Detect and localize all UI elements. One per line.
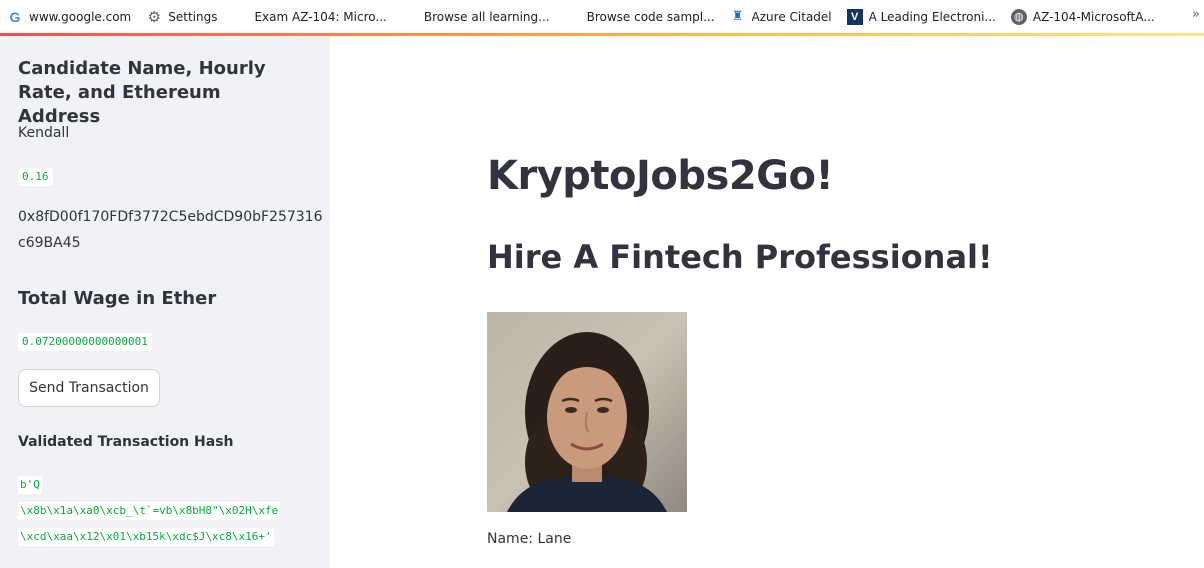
send-transaction-button[interactable]: Send Transaction (18, 369, 160, 407)
bookmark-label: Exam AZ-104: Micro... (254, 9, 387, 24)
hash-line-2: \x8b\x1a\xa0\xcb_\t`=vb\x8bH8"\x02H\xfe (18, 502, 281, 520)
globe-icon: ◍ (1010, 8, 1027, 25)
bookmark-label: www.google.com (29, 9, 132, 24)
microsoft-icon (232, 9, 248, 25)
azure-icon: ♜ (731, 8, 744, 24)
microsoft-icon (565, 9, 581, 25)
page-subtitle: Hire A Fintech Professional! (487, 238, 993, 276)
bookmark-label: A Leading Electroni... (868, 9, 996, 24)
candidate-photo (487, 312, 687, 512)
page-title: KryptoJobs2Go! (487, 153, 834, 199)
hourly-rate-value: 0.16 (18, 168, 53, 186)
candidate-name-label: Name: Lane (487, 531, 572, 547)
eth-address-line1: 0x8fD00f170FDf3772C5ebdCD90bF257316 (18, 209, 323, 225)
bookmark-browse-code[interactable]: Browse code sampl... (558, 5, 723, 29)
bookmark-label: Browse code sampl... (586, 9, 715, 24)
google-icon: G (9, 8, 21, 25)
eth-address-line2: c69BA45 (18, 235, 81, 251)
candidate-portrait (487, 312, 687, 512)
bookmark-label: Azure Citadel (751, 9, 832, 24)
bookmark-label: Settings (168, 9, 218, 24)
bookmark-exam-az104[interactable]: Exam AZ-104: Micro... (225, 5, 394, 29)
hash-line-3: \xcd\xaa\x12\x01\xb15k\xdc$J\xc8\x16+' (18, 528, 274, 546)
more-bookmarks-icon[interactable]: » (1192, 7, 1200, 22)
bookmark-google[interactable]: G www.google.com (0, 5, 139, 29)
candidate-heading: Candidate Name, Hourly Rate, and Ethereu… (18, 58, 266, 127)
bookmark-label: Browse all learning... (423, 9, 550, 24)
candidate-name: Kendall (18, 125, 70, 141)
wage-heading: Total Wage in Ether (18, 288, 217, 309)
hash-heading: Validated Transaction Hash (18, 434, 234, 450)
bookmark-azure-citadel[interactable]: ♜ Azure Citadel (723, 5, 840, 29)
v-logo-icon: V (846, 8, 863, 25)
bookmark-leading-electronics[interactable]: V A Leading Electroni... (840, 5, 1004, 29)
bookmark-az104-microsoft[interactable]: ◍ AZ-104-MicrosoftA... (1004, 5, 1163, 29)
bookmarks-bar: G www.google.com ⚙ Settings Exam AZ-104:… (0, 0, 1204, 33)
bookmark-label: AZ-104-MicrosoftA... (1032, 9, 1155, 24)
microsoft-icon (402, 9, 418, 25)
hash-line-1: b'Q (18, 476, 42, 494)
sidebar: Candidate Name, Hourly Rate, and Ethereu… (0, 36, 330, 568)
main-content: KryptoJobs2Go! Hire A Fintech Profession… (330, 36, 1204, 568)
bookmark-settings[interactable]: ⚙ Settings (139, 5, 225, 29)
bookmark-browse-learning[interactable]: Browse all learning... (395, 5, 558, 29)
gear-icon: ⚙ (147, 7, 161, 26)
total-wage-value: 0.07200000000000001 (18, 333, 152, 351)
